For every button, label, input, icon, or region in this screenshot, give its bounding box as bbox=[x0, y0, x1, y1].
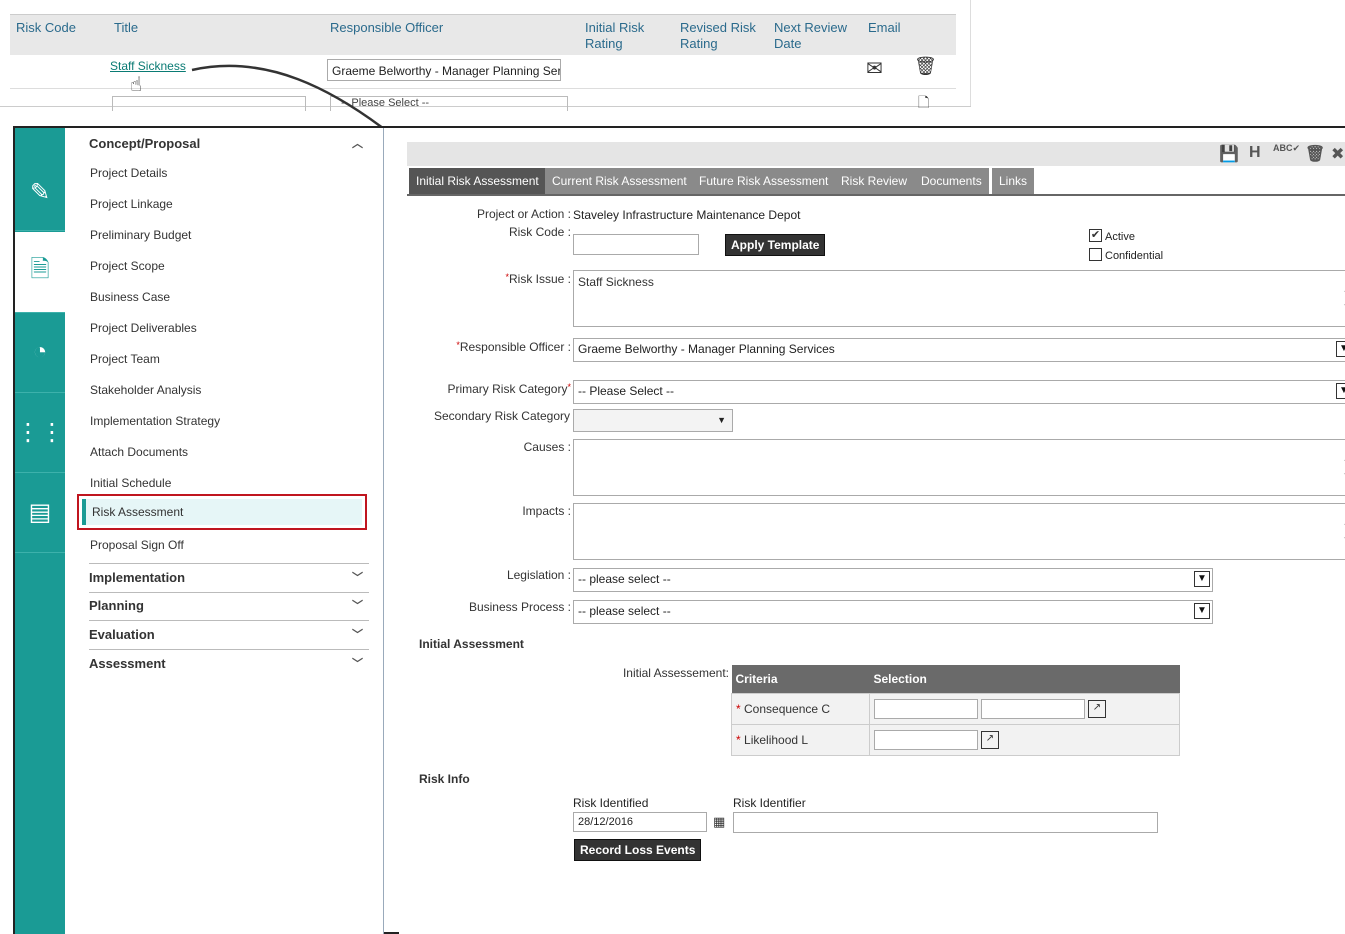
primary-category-select[interactable]: -- Please Select -- ▼ bbox=[573, 380, 1345, 404]
risk-code-label: Risk Code : bbox=[508, 225, 571, 239]
risk-identifier-input[interactable] bbox=[733, 812, 1158, 833]
tab-initial-risk-assessment[interactable]: Initial Risk Assessment bbox=[409, 168, 548, 194]
legislation-label: Legislation : bbox=[506, 568, 571, 582]
chevron-down-icon: ▼ bbox=[1194, 571, 1210, 587]
icon-rail: ✎ 🗎 ◔ ⋮⋮ ▤ bbox=[15, 128, 65, 934]
project-value: Staveley Infrastructure Maintenance Depo… bbox=[573, 208, 801, 222]
consequence-desc-input[interactable] bbox=[981, 699, 1085, 719]
officer-select[interactable]: Graeme Belworthy - Manager Planning Serv… bbox=[573, 338, 1345, 362]
risk-issue-textarea[interactable]: Staff Sickness ︿﹀ bbox=[573, 270, 1345, 327]
delete-icon[interactable]: 🗑 bbox=[1305, 144, 1325, 164]
nav-project-linkage[interactable]: Project Linkage bbox=[90, 196, 173, 212]
table-row: * Likelihood L ↗ bbox=[731, 724, 1180, 756]
selection-header: Selection bbox=[869, 665, 1180, 694]
section-implementation[interactable]: Implementation ﹀ bbox=[89, 563, 369, 593]
nav-attach-documents[interactable]: Attach Documents bbox=[90, 444, 188, 460]
secondary-category-label: Secondary Risk Category bbox=[433, 409, 570, 423]
primary-category-label: Primary Risk Category* bbox=[447, 382, 571, 396]
confidential-label: Confidential bbox=[1105, 250, 1164, 262]
gauge-icon[interactable]: ◔ bbox=[15, 312, 65, 392]
nav-project-deliverables[interactable]: Project Deliverables bbox=[90, 320, 197, 336]
nav-implementation-strategy[interactable]: Implementation Strategy bbox=[90, 413, 220, 429]
project-label: Project or Action : bbox=[476, 207, 571, 221]
chevron-down-icon: ▼ bbox=[1194, 603, 1210, 619]
causes-textarea[interactable]: ︿﹀ bbox=[573, 439, 1345, 496]
impacts-textarea[interactable]: ︿﹀ bbox=[573, 503, 1345, 560]
picker-icon[interactable]: ↗ bbox=[981, 731, 999, 749]
nav-risk-assessment[interactable]: Risk Assessment bbox=[77, 494, 367, 530]
risk-identified-input[interactable]: 28/12/2016 bbox=[573, 812, 707, 832]
nav-stakeholder-analysis[interactable]: Stakeholder Analysis bbox=[90, 382, 201, 398]
business-process-select[interactable]: -- please select -- ▼ bbox=[573, 600, 1213, 624]
tab-current-risk-assessment[interactable]: Current Risk Assessment bbox=[545, 168, 696, 194]
impacts-label: Impacts : bbox=[522, 504, 571, 518]
confidential-checkbox[interactable] bbox=[1089, 248, 1102, 261]
active-checkbox[interactable]: ✔ bbox=[1089, 229, 1102, 242]
nav-project-scope[interactable]: Project Scope bbox=[90, 258, 165, 274]
chevron-down-icon: ﹀ bbox=[352, 658, 363, 670]
apply-template-button[interactable]: Apply Template bbox=[725, 234, 826, 256]
save-icon[interactable]: 💾 bbox=[1219, 144, 1239, 164]
tab-risk-review[interactable]: Risk Review bbox=[834, 168, 917, 194]
likelihood-label: Likelihood L bbox=[744, 733, 809, 747]
section-concept-proposal[interactable]: Concept/Proposal ︿ bbox=[89, 130, 369, 158]
initial-assessment-label: Initial Assessement: bbox=[622, 666, 729, 680]
table-row: * Consequence C ↗ bbox=[731, 693, 1180, 725]
tab-links[interactable]: Links bbox=[992, 168, 1037, 194]
chevron-down-icon: ﹀ bbox=[352, 629, 363, 641]
chevron-up-icon: ︿ bbox=[352, 138, 363, 150]
risk-info-title: Risk Info bbox=[419, 772, 470, 786]
section-planning[interactable]: Planning ﹀ bbox=[89, 592, 369, 621]
secondary-category-select[interactable]: ▼ bbox=[573, 409, 733, 432]
business-process-label: Business Process : bbox=[468, 600, 571, 614]
section-evaluation[interactable]: Evaluation ﹀ bbox=[89, 621, 369, 650]
active-label: Active bbox=[1105, 231, 1135, 243]
risk-identifier-label: Risk Identifier bbox=[733, 796, 806, 810]
nav-business-case[interactable]: Business Case bbox=[90, 289, 170, 305]
tab-future-risk-assessment[interactable]: Future Risk Assessment bbox=[692, 168, 838, 194]
causes-label: Causes : bbox=[523, 440, 571, 454]
criteria-table: Criteria Selection * Consequence C ↗ * L… bbox=[731, 665, 1180, 756]
tab-documents[interactable]: Documents bbox=[914, 168, 991, 194]
nav-project-team[interactable]: Project Team bbox=[90, 351, 160, 367]
caret-down-icon: ▼ bbox=[717, 415, 726, 425]
concept-edit-icon[interactable]: ✎ bbox=[15, 152, 65, 232]
section-assessment[interactable]: Assessment ﹀ bbox=[89, 650, 369, 678]
picker-icon[interactable]: ↗ bbox=[1088, 700, 1106, 718]
likelihood-input[interactable] bbox=[874, 730, 978, 750]
history-icon[interactable]: H bbox=[1249, 144, 1261, 162]
main-panel: ✎ 🗎 ◔ ⋮⋮ ▤ Concept/Proposal ︿ Project Det… bbox=[13, 126, 1345, 934]
consequence-input[interactable] bbox=[874, 699, 978, 719]
nav-preliminary-budget[interactable]: Preliminary Budget bbox=[90, 227, 191, 243]
side-nav: Concept/Proposal ︿ Project Details Projec… bbox=[65, 128, 384, 934]
nav-initial-schedule[interactable]: Initial Schedule bbox=[90, 475, 171, 491]
close-icon[interactable]: ✖ bbox=[1331, 144, 1344, 164]
content-area: 💾 H ABC✔ 🗑 ✖ Initial Risk Assessment Cur… bbox=[399, 128, 1345, 934]
nav-project-details[interactable]: Project Details bbox=[90, 165, 167, 181]
nav-proposal-sign-off[interactable]: Proposal Sign Off bbox=[90, 537, 184, 553]
officer-label: *Responsible Officer : bbox=[456, 340, 571, 354]
document-search-icon[interactable]: 🗎 bbox=[15, 232, 65, 312]
organisation-icon[interactable]: ⋮⋮ bbox=[15, 392, 65, 472]
initial-assessment-title: Initial Assessment bbox=[419, 637, 524, 651]
chevron-down-icon: ▼ bbox=[1336, 383, 1345, 399]
calendar-icon[interactable]: ▦ bbox=[713, 814, 725, 830]
toolbar: 💾 H ABC✔ 🗑 ✖ bbox=[407, 142, 1345, 166]
chevron-down-icon: ▼ bbox=[1336, 341, 1345, 357]
report-icon[interactable]: ▤ bbox=[15, 472, 65, 552]
risk-code-input[interactable] bbox=[573, 234, 699, 255]
record-loss-events-button[interactable]: Record Loss Events bbox=[574, 839, 702, 861]
legislation-select[interactable]: -- please select -- ▼ bbox=[573, 568, 1213, 592]
criteria-header: Criteria bbox=[731, 665, 870, 694]
chevron-down-icon: ﹀ bbox=[352, 572, 363, 584]
risk-issue-label: *Risk Issue : bbox=[505, 272, 571, 286]
chevron-down-icon: ﹀ bbox=[352, 600, 363, 612]
risk-identified-label: Risk Identified bbox=[573, 796, 649, 810]
spellcheck-icon[interactable]: ABC✔ bbox=[1273, 143, 1300, 154]
consequence-label: Consequence C bbox=[744, 702, 831, 716]
